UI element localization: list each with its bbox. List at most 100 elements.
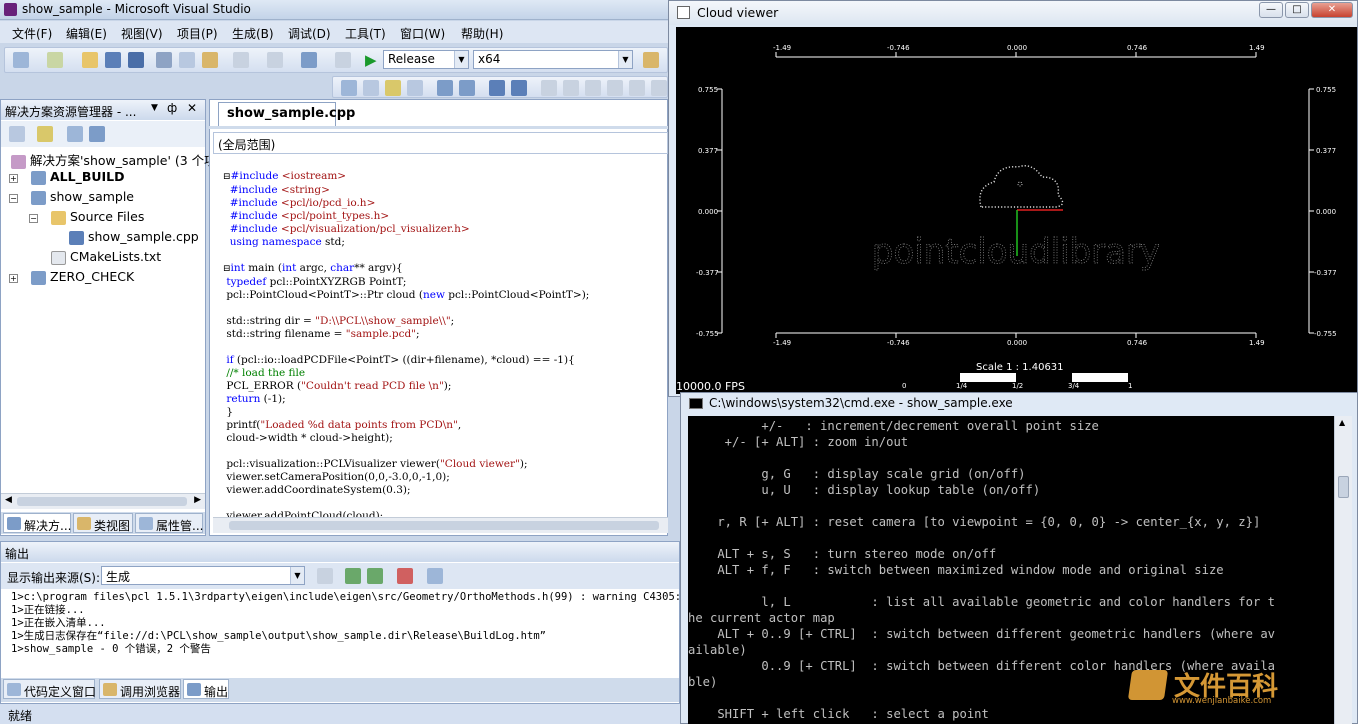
view-code-icon[interactable]: [67, 126, 83, 142]
collapse-icon[interactable]: −: [29, 214, 38, 223]
cloud-viewer-title-bar[interactable]: Cloud viewer — □ ✕: [669, 1, 1357, 25]
properties-icon[interactable]: [9, 126, 25, 142]
chevron-down-icon[interactable]: ▼: [151, 103, 158, 113]
console-line: +/- [+ ALT] : zoom in/out: [688, 435, 909, 449]
cmd-title-bar[interactable]: C:\windows\system32\cmd.exe - show_sampl…: [681, 393, 1357, 415]
menu-view[interactable]: 视图(V): [121, 25, 163, 42]
menu-file[interactable]: 文件(F): [12, 25, 52, 42]
menu-edit[interactable]: 编辑(E): [66, 25, 107, 42]
cmd-vertical-scrollbar[interactable]: ▲: [1334, 416, 1352, 724]
navigate-forward-icon[interactable]: [335, 52, 351, 68]
menu-debug[interactable]: 调试(D): [288, 25, 331, 42]
navigate-icon[interactable]: [301, 52, 317, 68]
next-message-icon[interactable]: [367, 568, 383, 584]
scope-dropdown[interactable]: (全局范围): [213, 132, 668, 154]
chevron-down-icon[interactable]: ▼: [454, 51, 468, 68]
tab-call-browser[interactable]: 调用浏览器: [99, 679, 181, 699]
clear-all-icon[interactable]: [397, 568, 413, 584]
scrollbar-thumb[interactable]: [1338, 476, 1349, 498]
redo-icon[interactable]: [267, 52, 283, 68]
scroll-right-icon[interactable]: ▶: [194, 495, 201, 505]
collapse-icon[interactable]: −: [9, 194, 18, 203]
editor-horizontal-scrollbar[interactable]: [213, 517, 668, 533]
tree-item-source-files[interactable]: Source Files: [51, 209, 144, 229]
point-cloud-canvas[interactable]: -1.49 -0.746 0.000 0.746 1.49 -1.49 -0.7…: [676, 27, 1357, 394]
tree-item-all-build[interactable]: ALL_BUILD: [31, 169, 125, 189]
members-list-icon[interactable]: [341, 80, 357, 96]
code-definition-icon: [7, 683, 21, 696]
new-project-icon[interactable]: [13, 52, 29, 68]
collapse-icon[interactable]: ⊟: [223, 264, 231, 274]
cut-icon[interactable]: [156, 52, 172, 68]
solution-platform-combo[interactable]: x64 ▼: [473, 50, 633, 69]
expand-icon[interactable]: +: [9, 274, 18, 283]
menu-help[interactable]: 帮助(H): [461, 25, 503, 42]
scroll-left-icon[interactable]: ◀: [5, 495, 12, 505]
tree-item-cmakelists[interactable]: CMakeLists.txt: [51, 249, 161, 269]
word-wrap-icon[interactable]: [427, 568, 443, 584]
tree-item-show-sample[interactable]: show_sample: [31, 189, 134, 209]
previous-bookmark-folder-icon[interactable]: [607, 80, 623, 96]
toggle-bookmark-icon[interactable]: [541, 80, 557, 96]
save-icon[interactable]: [105, 52, 121, 68]
uncomment-icon[interactable]: [511, 80, 527, 96]
comment-out-icon[interactable]: [489, 80, 505, 96]
tree-item-solution[interactable]: 解决方案'show_sample' (3 个项: [11, 150, 217, 170]
increase-indent-icon[interactable]: [459, 80, 475, 96]
menu-tools[interactable]: 工具(T): [345, 25, 386, 42]
chevron-down-icon[interactable]: ▼: [290, 567, 304, 584]
horizontal-scrollbar[interactable]: ◀ ▶: [1, 493, 205, 509]
close-icon[interactable]: ✕: [187, 101, 197, 115]
bottom-tick-label: -0.746: [887, 339, 910, 347]
code-text[interactable]: ⊟#include <iostream> #include <string> #…: [223, 157, 668, 517]
clear-bookmarks-icon[interactable]: [651, 80, 667, 96]
tab-show-sample-cpp[interactable]: show_sample.cpp: [218, 102, 355, 126]
output-line: 1>show_sample - 0 个错误，2 个警告: [11, 643, 211, 655]
pin-icon[interactable]: ф: [167, 101, 177, 115]
output-text[interactable]: 1>c:\program files\pcl 1.5.1\3rdparty\ei…: [11, 591, 679, 661]
tab-class-view[interactable]: 类视图: [73, 513, 133, 533]
maximize-icon[interactable]: □: [1285, 2, 1309, 18]
copy-icon[interactable]: [179, 52, 195, 68]
paste-icon[interactable]: [202, 52, 218, 68]
show-all-files-icon[interactable]: [37, 126, 53, 142]
next-bookmark-folder-icon[interactable]: [629, 80, 645, 96]
parameter-info-icon[interactable]: [363, 80, 379, 96]
expand-icon[interactable]: +: [9, 174, 18, 183]
open-folder-icon[interactable]: [82, 52, 98, 68]
tree-item-label: show_sample: [50, 189, 135, 204]
tree-item-zero-check[interactable]: ZERO_CHECK: [31, 269, 134, 289]
tab-solution-explorer[interactable]: 解决方...: [3, 513, 71, 533]
save-all-icon[interactable]: [128, 52, 144, 68]
output-source-combo[interactable]: 生成 ▼: [101, 566, 305, 585]
add-item-icon[interactable]: [47, 52, 63, 68]
scrollbar-thumb[interactable]: [229, 521, 659, 530]
previous-bookmark-icon[interactable]: [563, 80, 579, 96]
next-bookmark-icon[interactable]: [585, 80, 601, 96]
class-diagram-icon[interactable]: [89, 126, 105, 142]
quick-info-icon[interactable]: [385, 80, 401, 96]
find-message-icon[interactable]: [317, 568, 333, 584]
chevron-down-icon[interactable]: ▼: [618, 51, 632, 68]
scroll-up-icon[interactable]: ▲: [1339, 418, 1345, 427]
find-in-files-icon[interactable]: [643, 52, 659, 68]
scrollbar-thumb[interactable]: [17, 497, 187, 506]
tab-output[interactable]: 输出: [183, 679, 229, 699]
collapse-icon[interactable]: ⊟: [223, 172, 231, 182]
menu-build[interactable]: 生成(B): [232, 25, 274, 42]
previous-message-icon[interactable]: [345, 568, 361, 584]
solution-configuration-combo[interactable]: Release ▼: [383, 50, 469, 69]
output-line: 1>生成日志保存在“file://d:\PCL\show_sample\outp…: [11, 630, 546, 642]
decrease-indent-icon[interactable]: [437, 80, 453, 96]
word-completion-icon[interactable]: [407, 80, 423, 96]
undo-icon[interactable]: [233, 52, 249, 68]
tree-item-show-sample-cpp[interactable]: show_sample.cpp: [69, 229, 199, 249]
menu-project[interactable]: 项目(P): [177, 25, 218, 42]
tab-property-manager[interactable]: 属性管...: [135, 513, 203, 533]
viewer-render[interactable]: -1.49 -0.746 0.000 0.746 1.49 -1.49 -0.7…: [676, 27, 1357, 394]
menu-window[interactable]: 窗口(W): [400, 25, 445, 42]
start-debugging-icon[interactable]: ▶: [365, 51, 377, 69]
tab-code-definition[interactable]: 代码定义窗口: [3, 679, 96, 699]
close-icon[interactable]: ✕: [1311, 2, 1353, 18]
minimize-icon[interactable]: —: [1259, 2, 1283, 18]
